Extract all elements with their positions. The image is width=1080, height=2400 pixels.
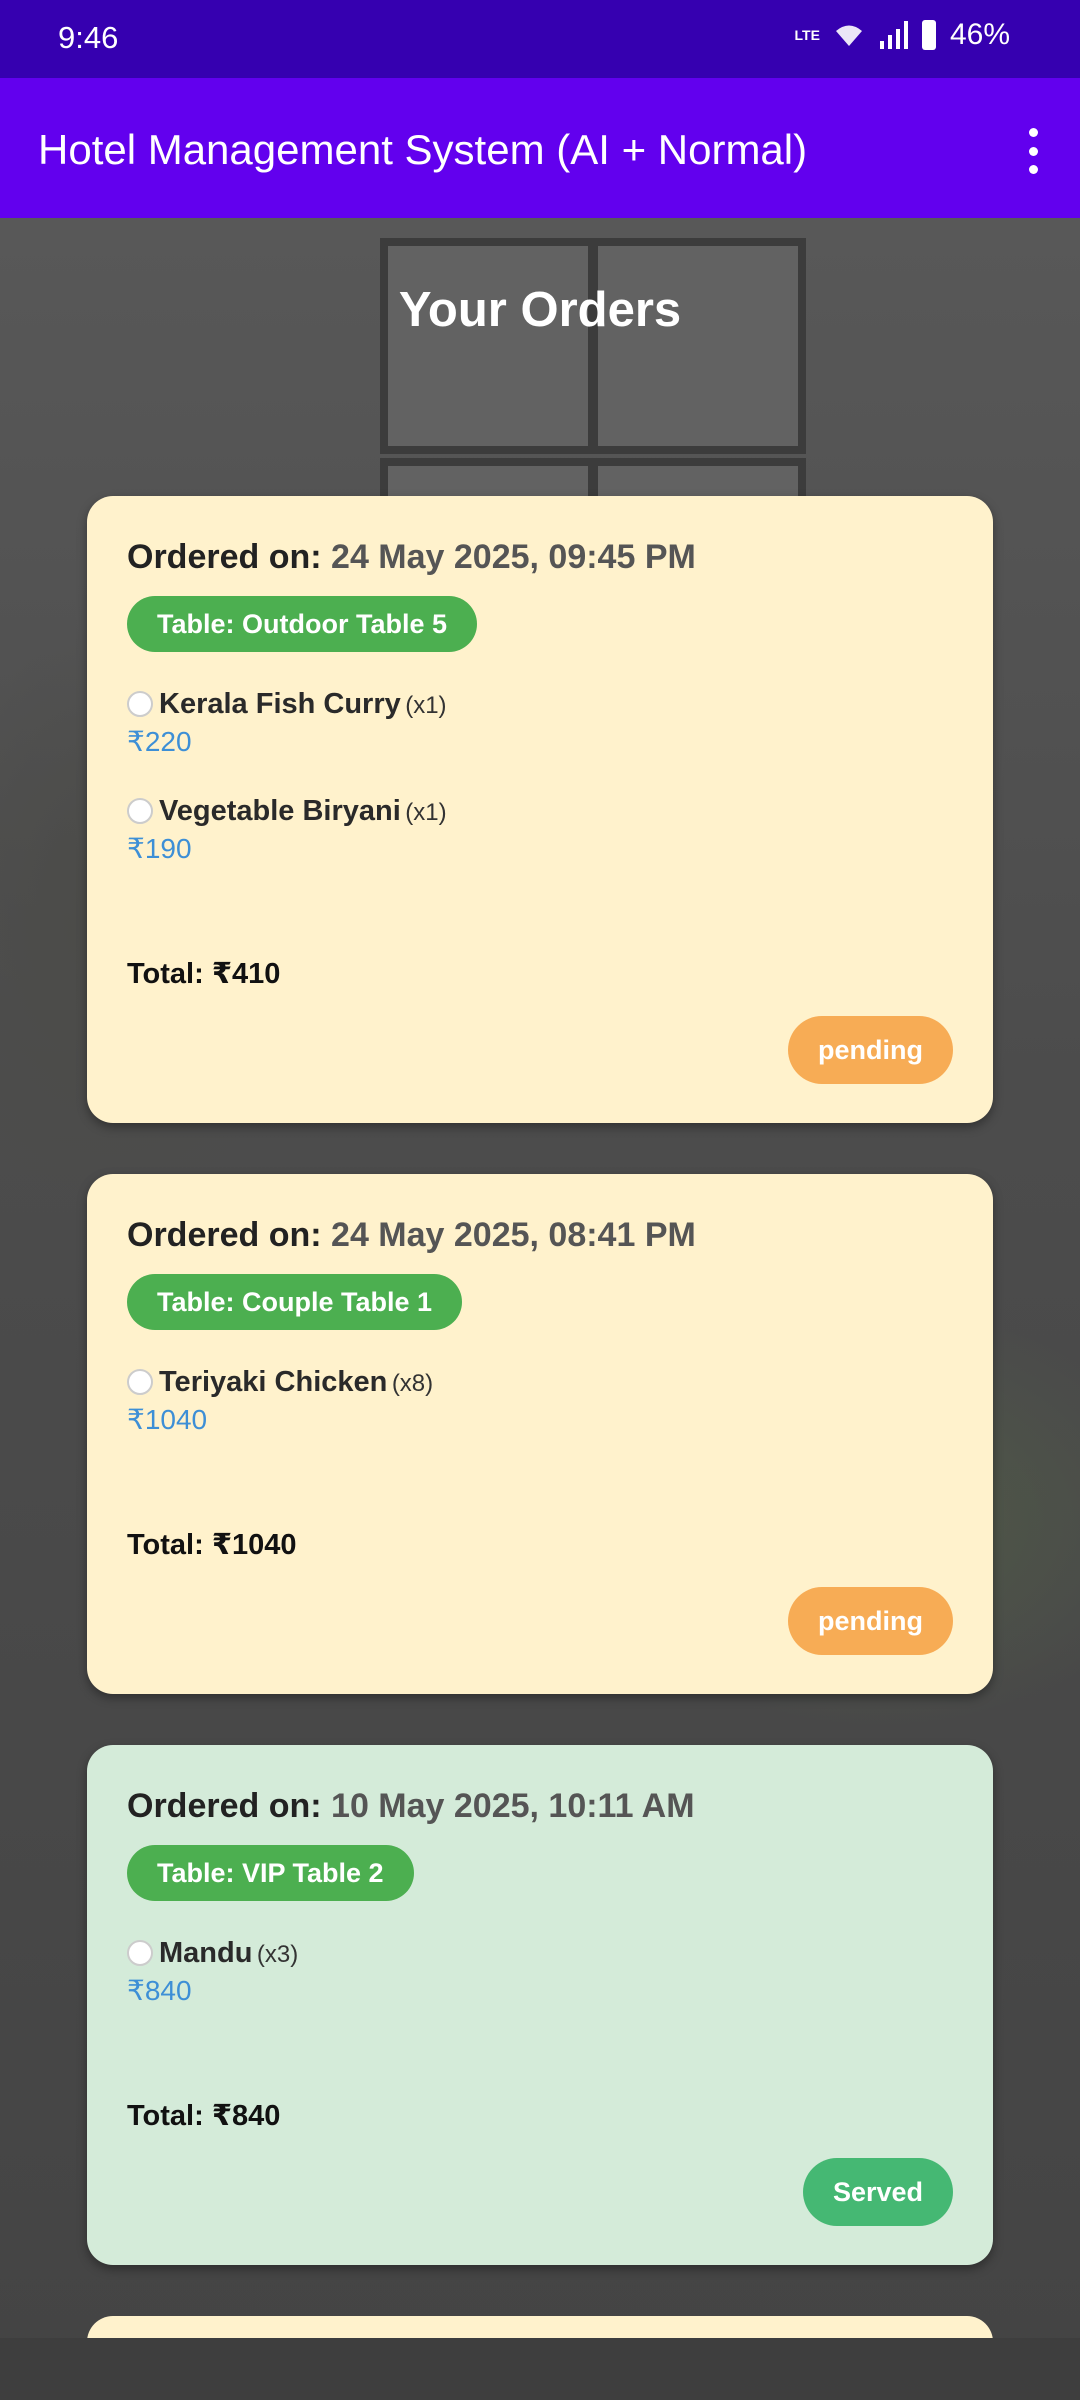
app-bar: Hotel Management System (AI + Normal) [0, 78, 1080, 218]
table-badge: Table: VIP Table 2 [127, 1845, 414, 1901]
item-qty: (x3) [256, 1941, 299, 1968]
plate-icon [127, 1940, 153, 1966]
item-name: Kerala Fish Curry [159, 688, 401, 720]
item-price: ₹190 [127, 833, 192, 864]
table-badge: Table: Outdoor Table 5 [127, 596, 478, 652]
item-qty: (x1) [405, 799, 447, 826]
plate-icon [127, 691, 153, 717]
order-item: Mandu (x3) ₹840 [127, 1937, 298, 2007]
order-total: Total: ₹410 [127, 958, 281, 990]
battery-level: 46% [949, 18, 1010, 51]
order-item: Teriyaki Chicken (x8) ₹1040 [127, 1366, 433, 1436]
status-time: 9:46 [58, 20, 119, 55]
status-bar: 9:46 LTE 46% [0, 0, 1080, 78]
item-qty: (x1) [405, 692, 447, 719]
item-price: ₹220 [127, 726, 192, 757]
bottom-edge [0, 2338, 1080, 2400]
table-badge: Table: Couple Table 1 [127, 1274, 463, 1330]
item-price: ₹840 [127, 1975, 192, 2006]
order-card[interactable]: Ordered on: 24 May 2025, 08:41 PM Table:… [87, 1174, 993, 1694]
plate-icon [127, 1369, 153, 1395]
plate-icon [127, 798, 153, 824]
page-heading: Your Orders [398, 283, 682, 337]
item-name: Mandu [159, 1937, 253, 1969]
item-qty: (x8) [391, 1370, 434, 1397]
item-price: ₹1040 [127, 1404, 208, 1435]
lte-icon: LTE [794, 27, 820, 43]
wifi-icon [835, 25, 862, 46]
battery-icon [921, 20, 936, 50]
app-title: Hotel Management System (AI + Normal) [38, 126, 808, 173]
order-item: Kerala Fish Curry (x1) ₹220 [127, 688, 447, 758]
signal-icon [879, 21, 908, 49]
order-date: Ordered on: 24 May 2025, 08:41 PM [127, 1216, 696, 1254]
order-total: Total: ₹840 [127, 2100, 281, 2132]
order-date: Ordered on: 24 May 2025, 09:45 PM [127, 538, 696, 576]
order-date: Ordered on: 10 May 2025, 10:11 AM [127, 1787, 695, 1825]
order-card[interactable]: Ordered on: 24 May 2025, 09:45 PM Table:… [87, 496, 993, 1123]
status-badge[interactable]: pending [788, 1016, 953, 1084]
status-icons: LTE 46% [795, 18, 1010, 52]
status-badge[interactable]: pending [788, 1587, 953, 1655]
status-badge[interactable]: Served [802, 2158, 953, 2226]
order-item: Vegetable Biryani (x1) ₹190 [127, 795, 447, 865]
item-name: Vegetable Biryani [159, 795, 401, 827]
more-options-icon[interactable] [1016, 128, 1050, 174]
order-total: Total: ₹1040 [127, 1529, 297, 1561]
order-card[interactable]: Ordered on: 10 May 2025, 10:11 AM Table:… [87, 1745, 993, 2265]
item-name: Teriyaki Chicken [159, 1366, 388, 1398]
